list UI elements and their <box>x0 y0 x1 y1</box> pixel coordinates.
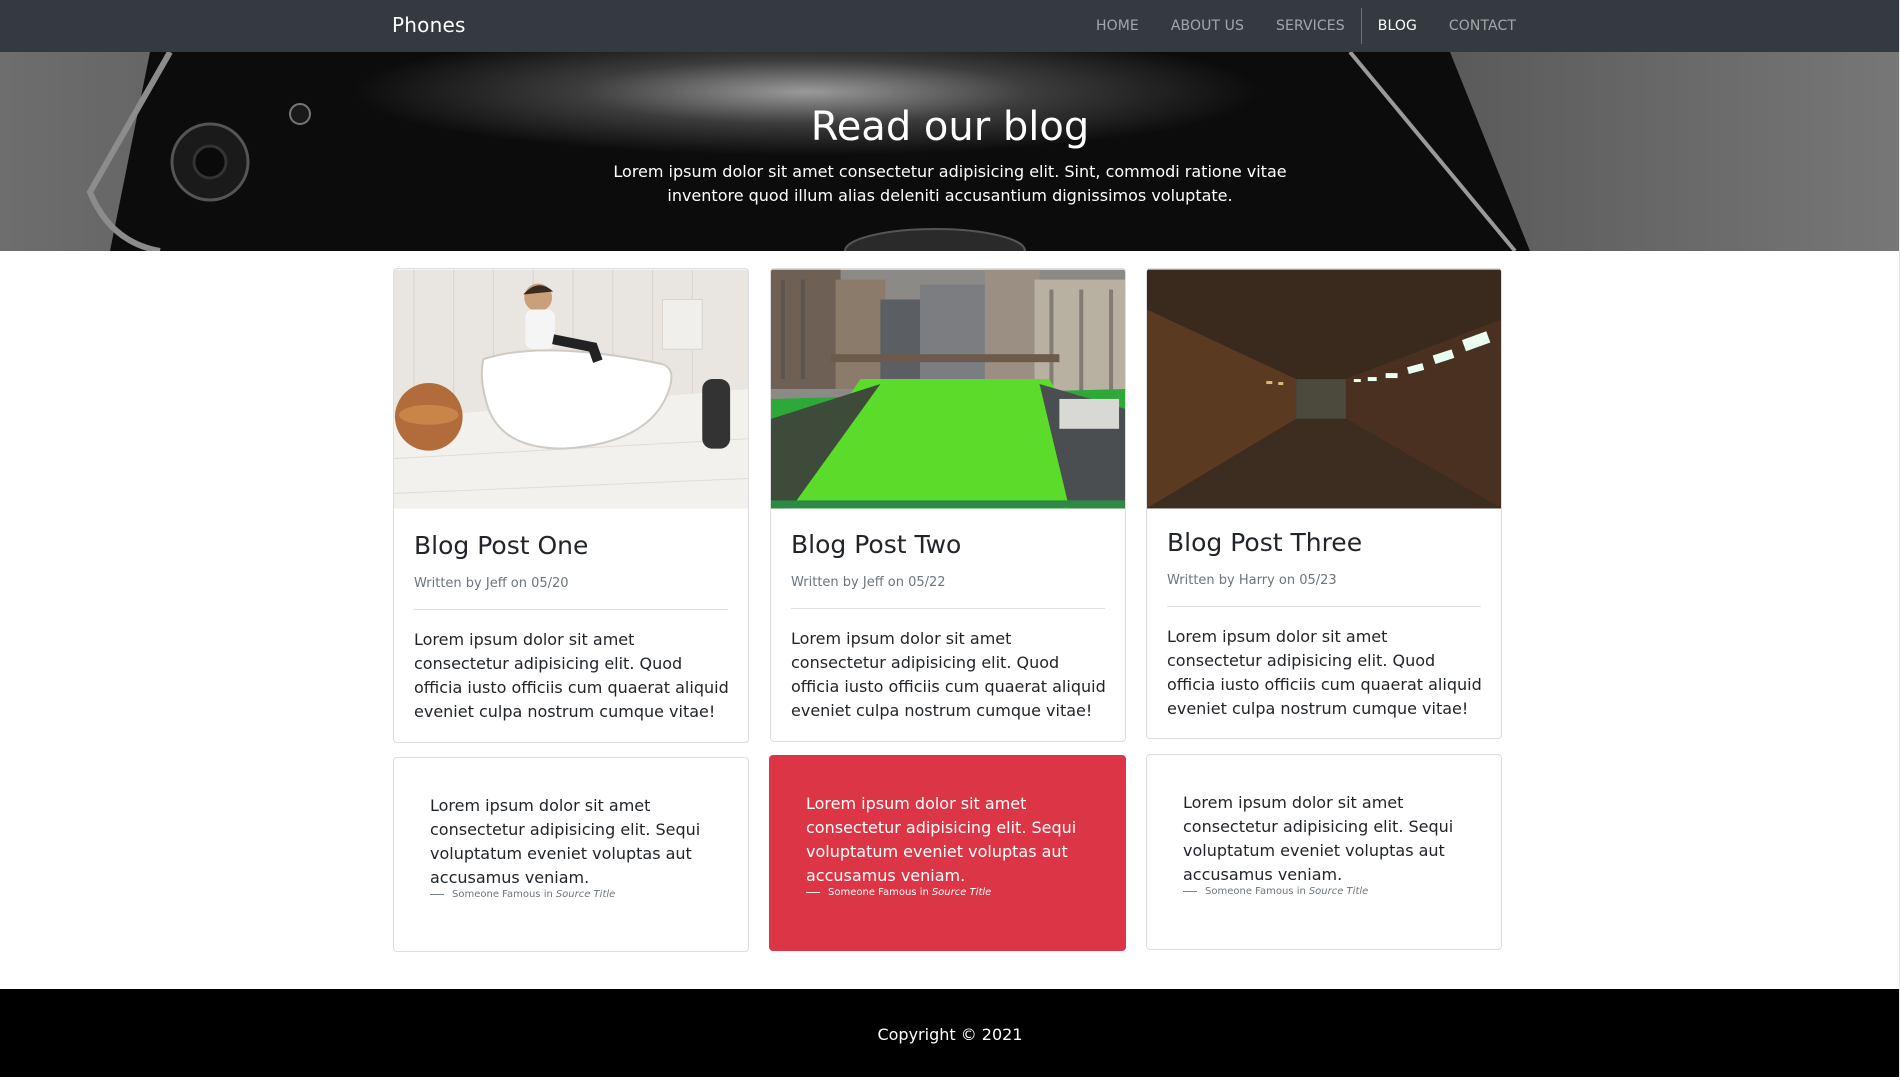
quote-footer: Someone Famous in Source Title <box>806 887 991 898</box>
quote-dash-icon <box>1183 891 1197 892</box>
quote-author: Someone Famous in <box>1205 886 1306 897</box>
quote-author: Someone Famous in <box>452 889 553 900</box>
top-navbar: Phones HOME ABOUT US SERVICES BLOG CONTA… <box>0 0 1900 52</box>
brand-logo-link[interactable]: Phones <box>392 13 466 37</box>
blog-post-card-two[interactable]: Blog Post Two Written by Jeff on 05/22 L… <box>770 268 1126 742</box>
blog-post-meta: Written by Jeff on 05/20 <box>414 576 569 591</box>
hero-banner: Read our blog Lorem ipsum dolor sit amet… <box>0 52 1900 251</box>
blog-post-image-tunnel <box>1147 269 1501 509</box>
quote-text: Lorem ipsum dolor sit amet consectetur a… <box>430 796 701 887</box>
quote-dash-icon <box>806 892 820 893</box>
quote-source: Source Title <box>1308 886 1369 897</box>
nav-item-home[interactable]: HOME <box>1080 0 1155 52</box>
blog-post-card-one[interactable]: Blog Post One Written by Jeff on 05/20 L… <box>393 268 749 743</box>
quote-source: Source Title <box>555 889 616 900</box>
nav-item-blog[interactable]: BLOG <box>1362 0 1433 52</box>
nav-item-contact[interactable]: CONTACT <box>1433 0 1532 52</box>
blog-post-image-bathtub <box>394 269 748 509</box>
card-divider <box>1167 606 1481 607</box>
nav-links: HOME ABOUT US SERVICES BLOG CONTACT <box>1080 0 1532 52</box>
hero-title: Read our blog <box>810 104 1090 150</box>
blog-post-title[interactable]: Blog Post Three <box>1167 528 1362 557</box>
blog-post-meta: Written by Jeff on 05/22 <box>791 575 946 590</box>
blog-post-card-three[interactable]: Blog Post Three Written by Harry on 05/2… <box>1146 268 1502 739</box>
phone-background-image <box>0 52 1900 251</box>
blog-post-title[interactable]: Blog Post One <box>414 531 588 560</box>
blog-post-title[interactable]: Blog Post Two <box>791 530 961 559</box>
quote-card-three: Lorem ipsum dolor sit amet consectetur a… <box>1146 754 1502 950</box>
nav-item-about-us[interactable]: ABOUT US <box>1155 0 1260 52</box>
copyright-text: Copyright © 2021 <box>877 1025 1023 1044</box>
quote-text: Lorem ipsum dolor sit amet consectetur a… <box>806 794 1077 885</box>
nav-item-services[interactable]: SERVICES <box>1260 0 1361 52</box>
blog-post-excerpt: Lorem ipsum dolor sit amet consectetur a… <box>1167 627 1482 718</box>
blog-post-meta: Written by Harry on 05/23 <box>1167 573 1337 588</box>
quote-author: Someone Famous in <box>828 887 929 898</box>
blog-post-image-green-river <box>771 269 1125 509</box>
quote-footer: Someone Famous in Source Title <box>1183 886 1368 897</box>
blog-post-excerpt: Lorem ipsum dolor sit amet consectetur a… <box>791 629 1106 720</box>
quote-text: Lorem ipsum dolor sit amet consectetur a… <box>1183 793 1454 884</box>
card-divider <box>414 609 728 610</box>
quote-dash-icon <box>430 894 444 895</box>
quote-source: Source Title <box>931 887 992 898</box>
quote-footer: Someone Famous in Source Title <box>430 889 615 900</box>
hero-subtitle: Lorem ipsum dolor sit amet consectetur a… <box>613 162 1287 205</box>
blog-post-excerpt: Lorem ipsum dolor sit amet consectetur a… <box>414 630 729 721</box>
quote-card-two-highlighted: Lorem ipsum dolor sit amet consectetur a… <box>769 755 1126 951</box>
page-footer: Copyright © 2021 <box>0 989 1900 1077</box>
quote-card-one: Lorem ipsum dolor sit amet consectetur a… <box>393 757 749 952</box>
card-divider <box>791 608 1105 609</box>
